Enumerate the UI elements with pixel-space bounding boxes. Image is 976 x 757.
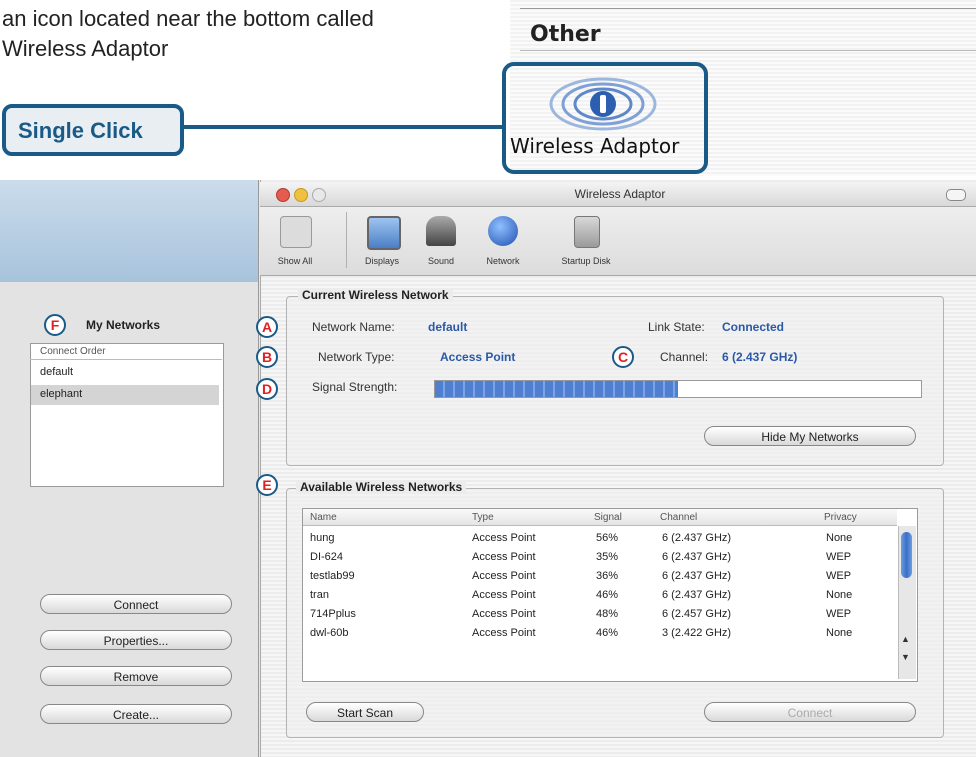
- remove-button[interactable]: Remove: [40, 666, 232, 686]
- close-button[interactable]: [276, 188, 290, 202]
- table-cell-signal[interactable]: 56%: [596, 532, 618, 544]
- connect-button[interactable]: Connect: [40, 594, 232, 614]
- create-button[interactable]: Create...: [40, 704, 232, 724]
- table-cell-signal[interactable]: 48%: [596, 608, 618, 620]
- scroll-up-arrow-icon[interactable]: ▲: [901, 634, 910, 644]
- toolbar-label[interactable]: Displays: [352, 256, 412, 266]
- marker-c: C: [612, 346, 634, 368]
- signal-strength-fill: [435, 381, 678, 397]
- column-header-connect-order[interactable]: Connect Order: [40, 346, 106, 357]
- toolbar-label[interactable]: Network: [473, 256, 533, 266]
- zoom-button[interactable]: [312, 188, 326, 202]
- callout-label: Single Click: [18, 118, 143, 143]
- table-cell-signal[interactable]: 35%: [596, 551, 618, 563]
- list-item[interactable]: default: [40, 366, 73, 378]
- divider: [520, 50, 976, 51]
- network-name-label: Network Name:: [312, 320, 395, 334]
- table-cell-type[interactable]: Access Point: [472, 551, 536, 563]
- my-networks-title: My Networks: [86, 318, 161, 332]
- toolbar-label[interactable]: Show All: [265, 256, 325, 266]
- table-cell-privacy[interactable]: None: [826, 532, 852, 544]
- channel-value: 6 (2.437 GHz): [722, 350, 798, 364]
- table-cell-name[interactable]: tran: [310, 589, 329, 601]
- channel-label: Channel:: [660, 350, 709, 364]
- table-cell-type[interactable]: Access Point: [472, 608, 536, 620]
- table-cell-privacy[interactable]: None: [826, 589, 852, 601]
- table-cell-channel[interactable]: 6 (2.437 GHz): [662, 570, 731, 582]
- window-title: Wireless Adaptor: [574, 187, 666, 201]
- table-cell-channel[interactable]: 6 (2.437 GHz): [662, 551, 731, 563]
- properties-button[interactable]: Properties...: [40, 630, 232, 650]
- signal-strength-label: Signal Strength:: [312, 380, 398, 394]
- divider: [30, 359, 222, 360]
- table-cell-type[interactable]: Access Point: [472, 570, 536, 582]
- marker-f: F: [44, 314, 66, 336]
- table-cell-channel[interactable]: 6 (2.437 GHz): [662, 589, 731, 601]
- marker-e: E: [256, 474, 278, 496]
- instruction-text: an icon located near the bottom called W…: [2, 4, 472, 64]
- column-header-type[interactable]: Type: [472, 512, 494, 523]
- table-cell-privacy[interactable]: WEP: [826, 608, 851, 620]
- table-cell-name[interactable]: DI-624: [310, 551, 343, 563]
- table-cell-privacy[interactable]: WEP: [826, 551, 851, 563]
- column-header-name[interactable]: Name: [310, 512, 337, 523]
- table-cell-name[interactable]: 714Pplus: [310, 608, 356, 620]
- column-header-channel[interactable]: Channel: [660, 512, 697, 523]
- table-cell-name[interactable]: dwl-60b: [310, 627, 349, 639]
- sound-icon[interactable]: [426, 216, 456, 246]
- table-cell-signal[interactable]: 36%: [596, 570, 618, 582]
- table-cell-signal[interactable]: 46%: [596, 589, 618, 601]
- divider: [520, 8, 976, 9]
- table-cell-privacy[interactable]: WEP: [826, 570, 851, 582]
- network-type-label: Network Type:: [318, 350, 395, 364]
- displays-icon[interactable]: [367, 216, 401, 250]
- start-scan-button[interactable]: Start Scan: [306, 702, 424, 722]
- network-icon[interactable]: [488, 216, 518, 246]
- table-cell-name[interactable]: hung: [310, 532, 334, 544]
- scrollbar-thumb[interactable]: [901, 532, 912, 578]
- divider: [346, 212, 347, 268]
- current-network-title: Current Wireless Network: [298, 288, 453, 302]
- table-cell-type[interactable]: Access Point: [472, 627, 536, 639]
- table-cell-channel[interactable]: 3 (2.422 GHz): [662, 627, 731, 639]
- icon-highlight-frame: [502, 62, 708, 174]
- toolbar-toggle-button[interactable]: [946, 189, 966, 201]
- available-networks-title: Available Wireless Networks: [296, 480, 467, 494]
- link-state-label: Link State:: [648, 320, 705, 334]
- marker-d: D: [256, 378, 278, 400]
- table-cell-channel[interactable]: 6 (2.457 GHz): [662, 608, 731, 620]
- column-header-privacy[interactable]: Privacy: [824, 512, 857, 523]
- my-networks-list[interactable]: [30, 343, 224, 487]
- table-cell-type[interactable]: Access Point: [472, 589, 536, 601]
- network-name-value: default: [428, 320, 468, 334]
- section-title-other: Other: [530, 22, 601, 47]
- scroll-down-arrow-icon[interactable]: ▼: [901, 652, 910, 662]
- minimize-button[interactable]: [294, 188, 308, 202]
- table-cell-signal[interactable]: 46%: [596, 627, 618, 639]
- toolbar-label[interactable]: Sound: [411, 256, 471, 266]
- toolbar-label[interactable]: Startup Disk: [556, 256, 616, 266]
- list-item[interactable]: elephant: [40, 388, 82, 400]
- instruction-line-1: an icon located near the bottom called: [2, 6, 374, 31]
- panel-header-stripe: [0, 180, 258, 282]
- network-type-value: Access Point: [440, 350, 516, 364]
- connect-disabled-button[interactable]: Connect: [704, 702, 916, 722]
- table-cell-type[interactable]: Access Point: [472, 532, 536, 544]
- instruction-line-2: Wireless Adaptor: [2, 36, 169, 61]
- link-state-value: Connected: [722, 320, 785, 334]
- column-header-signal[interactable]: Signal: [594, 512, 622, 523]
- signal-strength-bar: [434, 380, 922, 398]
- single-click-callout: Single Click: [2, 104, 184, 156]
- hide-my-networks-button[interactable]: Hide My Networks: [704, 426, 916, 446]
- show-all-icon[interactable]: [280, 216, 312, 248]
- startup-disk-icon[interactable]: [574, 216, 600, 248]
- table-cell-name[interactable]: testlab99: [310, 570, 355, 582]
- marker-a: A: [256, 316, 278, 338]
- table-cell-privacy[interactable]: None: [826, 627, 852, 639]
- callout-connector: [184, 125, 502, 129]
- marker-b: B: [256, 346, 278, 368]
- table-cell-channel[interactable]: 6 (2.437 GHz): [662, 532, 731, 544]
